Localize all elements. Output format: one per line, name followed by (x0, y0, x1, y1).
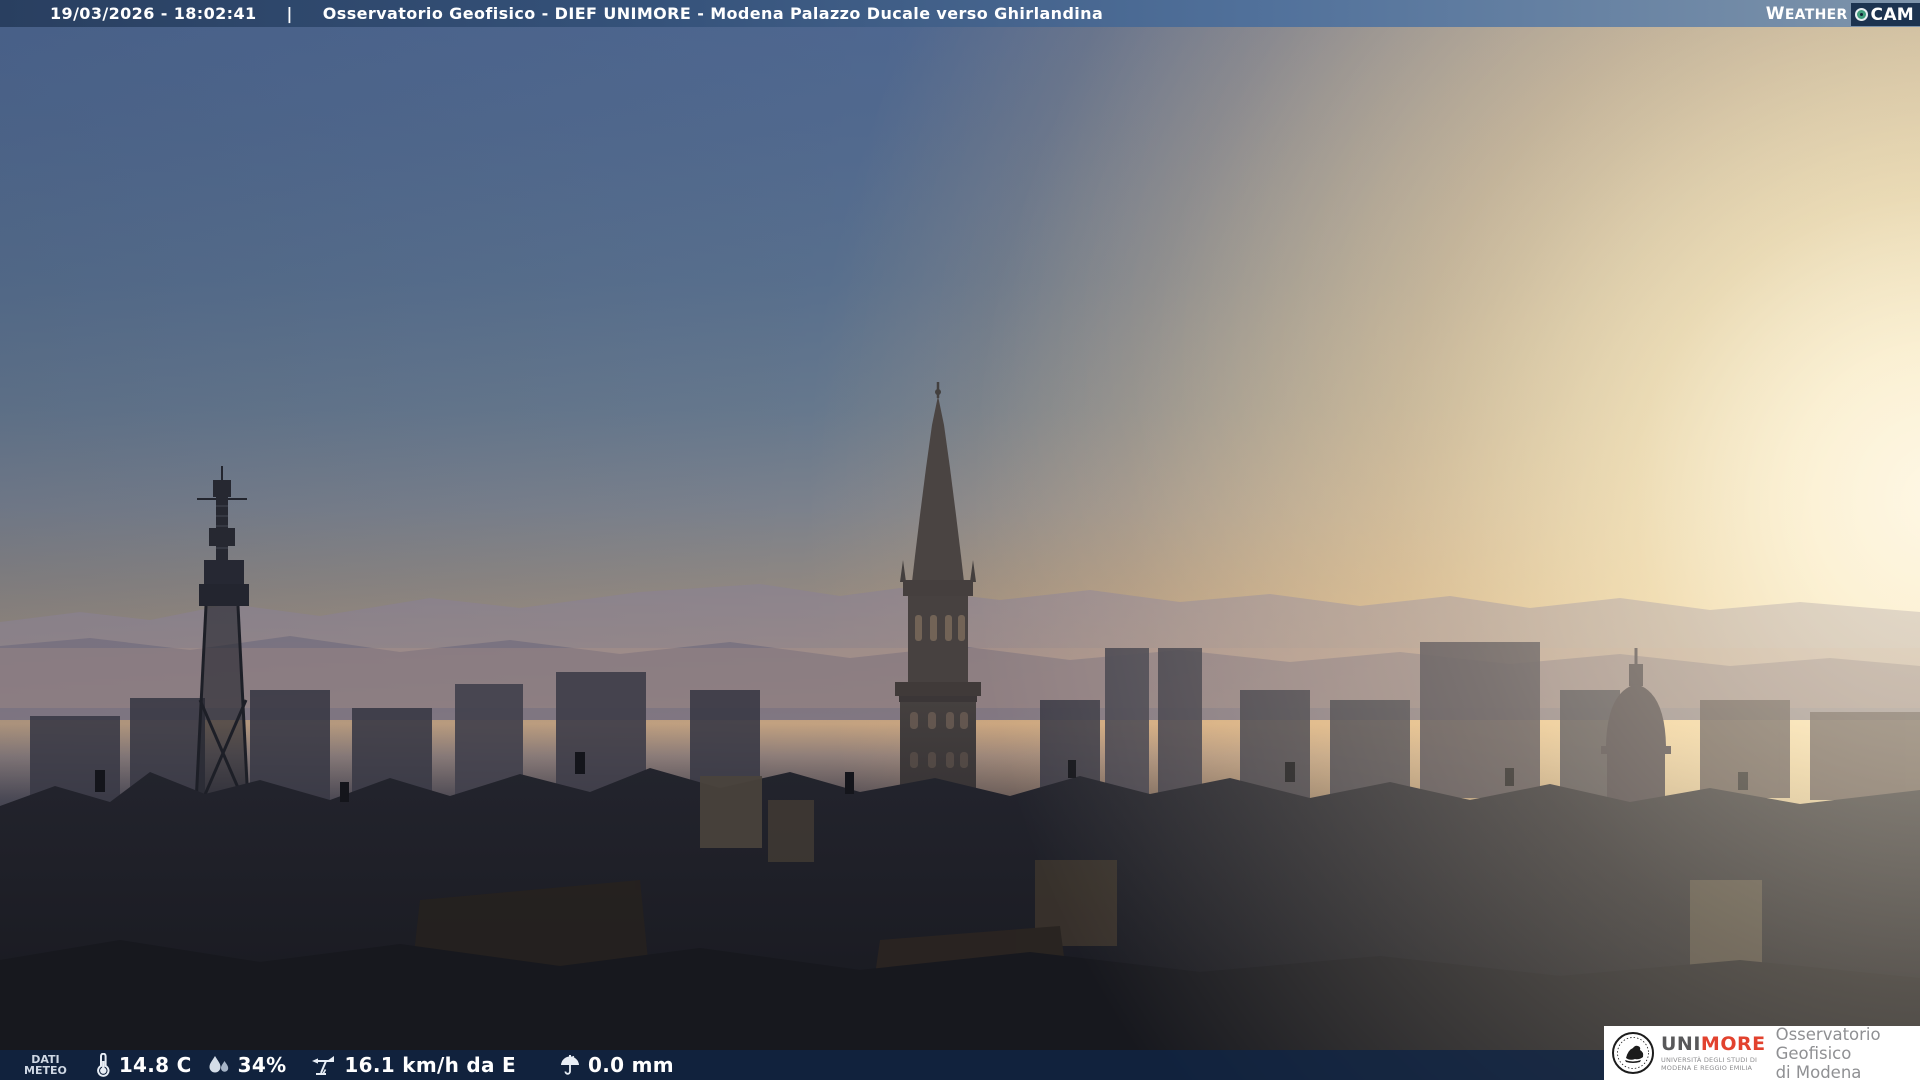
umbrella-icon (561, 1055, 580, 1075)
wind-reading: 16.1 km/h da E (310, 1053, 516, 1077)
weathercam-logo: WEATHER CAM (1766, 0, 1920, 27)
header-bar: 19/03/2026 - 18:02:41 | Osservatorio Geo… (0, 0, 1920, 27)
city-skyline (0, 382, 1920, 1080)
unimore-wordmark: UNIMORE UNIVERSITÀ DEGLI STUDI DI MODENA… (1661, 1032, 1766, 1072)
thermometer-icon (96, 1053, 110, 1077)
weathercam-word: WEATHER (1765, 3, 1848, 24)
wind-vane-icon (312, 1056, 335, 1075)
rain-value: 0.0 mm (588, 1053, 674, 1077)
unimore-subtitle: UNIVERSITÀ DEGLI STUDI DI MODENA E REGGI… (1661, 1055, 1758, 1072)
humidity-reading: 34% (206, 1053, 287, 1077)
temperature-reading: 14.8 C (93, 1053, 192, 1077)
webcam-view: 19/03/2026 - 18:02:41 | Osservatorio Geo… (0, 0, 1920, 1080)
camera-title: Osservatorio Geofisico - DIEF UNIMORE - … (322, 4, 1104, 23)
unimore-brand-box: UNIMORE UNIVERSITÀ DEGLI STUDI DI MODENA… (1604, 1024, 1920, 1080)
title-separator: | (286, 4, 293, 23)
rain-reading: 0.0 mm (558, 1053, 674, 1077)
wind-value: 16.1 km/h da E (344, 1053, 517, 1077)
camera-lens-icon (1854, 8, 1868, 21)
unimore-seal-icon (1612, 1032, 1654, 1074)
temperature-value: 14.8 C (118, 1053, 192, 1077)
humidity-drops-icon (209, 1056, 228, 1073)
timestamp: 19/03/2026 - 18:02:41 (50, 4, 257, 23)
observatory-name: Osservatorio Geofisico di Modena (1775, 1024, 1881, 1080)
weathercam-cam-block: CAM (1850, 3, 1920, 26)
weather-data-label: DATI METEO (24, 1053, 67, 1077)
humidity-value: 34% (237, 1053, 287, 1077)
